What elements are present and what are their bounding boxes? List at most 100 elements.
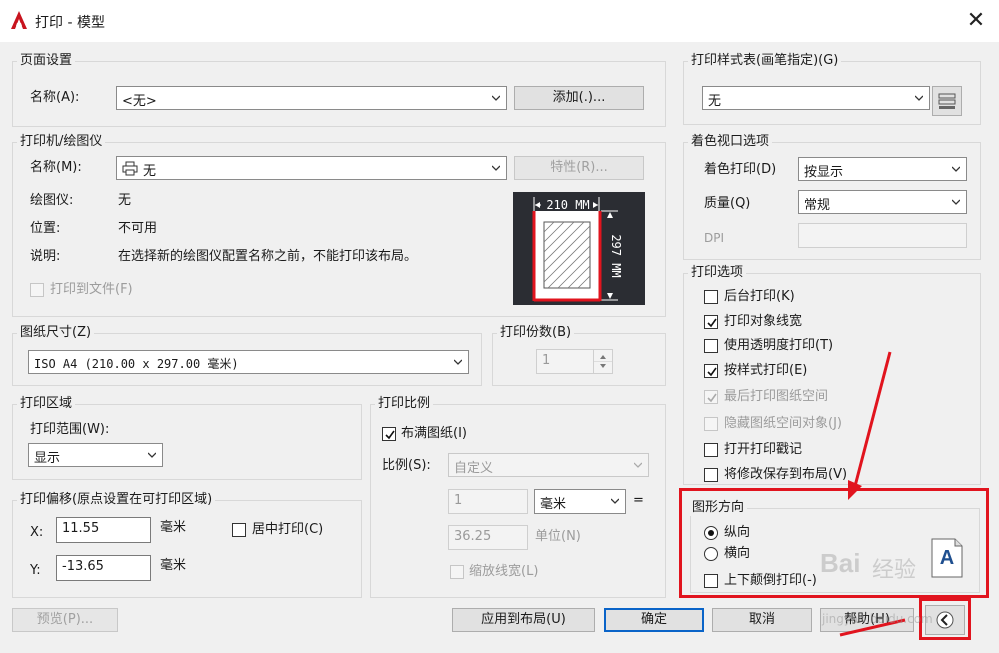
plot-style-table-value: 无 bbox=[708, 94, 722, 109]
x-offset-unit: 毫米 bbox=[160, 520, 187, 535]
plot-style-edit-icon bbox=[938, 93, 956, 109]
scale-unit-value: 毫米 bbox=[540, 497, 567, 512]
chevron-down-icon bbox=[634, 462, 642, 468]
plot-option-checkbox[interactable] bbox=[704, 339, 718, 353]
printer-name-label: 名称(M): bbox=[30, 160, 82, 175]
watermark-url: jingyan.baidu.com bbox=[822, 612, 933, 626]
scale-value: 自定义 bbox=[454, 461, 494, 476]
print-to-file-label: 打印到文件(F) bbox=[50, 282, 133, 297]
plot-style-table-title: 打印样式表(画笔指定)(G) bbox=[688, 53, 842, 69]
plotter-label: 绘图仪: bbox=[30, 193, 74, 208]
scale-lineweights-checkbox[interactable] bbox=[450, 565, 464, 579]
plot-option-label: 最后打印图纸空间 bbox=[724, 389, 829, 404]
paper-size-select[interactable]: ISO A4 (210.00 x 297.00 毫米) bbox=[28, 350, 469, 374]
chevron-down-icon bbox=[148, 452, 156, 458]
apply-to-layout-button[interactable]: 应用到布局(U) bbox=[452, 608, 595, 632]
dpi-label: DPI bbox=[704, 231, 725, 245]
page-setup-name-select[interactable]: <无> bbox=[116, 86, 507, 110]
checkmark-icon bbox=[385, 430, 395, 440]
spin-arrows-icon bbox=[594, 355, 612, 368]
printer-properties-button[interactable]: 特性(R)... bbox=[514, 156, 644, 180]
plot-options-title: 打印选项 bbox=[688, 265, 747, 281]
watermark-brand: Bai bbox=[820, 548, 861, 578]
checkmark-icon bbox=[707, 318, 717, 328]
printer-name-select[interactable]: 无 bbox=[116, 156, 507, 180]
window-title: 打印 - 模型 bbox=[35, 15, 105, 31]
location-label: 位置: bbox=[30, 221, 61, 236]
scale-value2-input[interactable]: 36.25 bbox=[448, 525, 528, 550]
x-offset-input[interactable]: 11.55 bbox=[56, 517, 151, 543]
copies-spinner[interactable]: 1 bbox=[536, 349, 613, 374]
plot-offset-title: 打印偏移(原点设置在可打印区域) bbox=[17, 492, 216, 508]
plot-option-checkbox[interactable] bbox=[704, 390, 718, 404]
preview-height-label: 297 MM bbox=[609, 234, 623, 278]
x-offset-label: X: bbox=[30, 525, 44, 540]
scale-lineweights-label: 缩放线宽(L) bbox=[469, 564, 539, 579]
plot-what-select[interactable]: 显示 bbox=[28, 443, 163, 467]
paper-size-title: 图纸尺寸(Z) bbox=[17, 325, 95, 341]
y-offset-input[interactable]: -13.65 bbox=[56, 555, 151, 581]
y-offset-unit: 毫米 bbox=[160, 558, 187, 573]
chevron-down-icon bbox=[952, 199, 960, 205]
checkmark-icon bbox=[707, 393, 717, 403]
copies-title: 打印份数(B) bbox=[497, 325, 575, 341]
copies-spin-buttons[interactable] bbox=[593, 350, 612, 373]
fit-to-paper-checkbox[interactable] bbox=[382, 427, 396, 441]
printer-title: 打印机/绘图仪 bbox=[17, 134, 106, 150]
shade-plot-label: 着色打印(D) bbox=[704, 162, 777, 177]
plot-style-table-select[interactable]: 无 bbox=[702, 86, 930, 110]
autocad-logo-icon bbox=[11, 11, 27, 29]
plot-option-label: 打开打印戳记 bbox=[724, 442, 803, 457]
close-icon[interactable]: ✕ bbox=[962, 6, 990, 36]
chevron-down-icon bbox=[611, 498, 619, 504]
edit-plot-style-button[interactable] bbox=[932, 86, 962, 116]
plot-option-checkbox[interactable] bbox=[704, 315, 718, 329]
plot-area-group bbox=[12, 404, 362, 480]
page-setup-name-label: 名称(A): bbox=[30, 90, 80, 105]
watermark-brand-cn: 经验 bbox=[872, 558, 917, 583]
scale-value1-input[interactable]: 1 bbox=[448, 489, 528, 514]
preview-button[interactable]: 预览(P)... bbox=[12, 608, 118, 632]
scale-unit-select[interactable]: 毫米 bbox=[534, 489, 626, 514]
center-plot-label: 居中打印(C) bbox=[252, 522, 324, 537]
print-to-file-checkbox[interactable] bbox=[30, 283, 44, 297]
shade-plot-value: 按显示 bbox=[804, 165, 844, 180]
title-bar bbox=[0, 0, 999, 42]
shade-plot-select[interactable]: 按显示 bbox=[798, 157, 967, 181]
plot-what-label: 打印范围(W): bbox=[30, 422, 110, 437]
quality-select[interactable]: 常规 bbox=[798, 190, 967, 214]
copies-value: 1 bbox=[542, 353, 551, 368]
dpi-input[interactable] bbox=[798, 223, 967, 248]
printer-icon bbox=[122, 161, 138, 176]
shaded-viewport-title: 着色视口选项 bbox=[688, 134, 773, 150]
description-value: 在选择新的绘图仪配置名称之前，不能打印该布局。 bbox=[118, 249, 418, 264]
paper-preview: 210 MM 297 MM bbox=[513, 192, 645, 305]
plot-option-label: 使用透明度打印(T) bbox=[724, 338, 834, 353]
plot-option-checkbox[interactable] bbox=[704, 468, 718, 482]
chevron-down-icon bbox=[492, 165, 500, 171]
plot-what-value: 显示 bbox=[34, 451, 61, 466]
y-offset-label: Y: bbox=[30, 563, 41, 578]
page-setup-name-value: <无> bbox=[122, 94, 157, 109]
plotter-value: 无 bbox=[118, 193, 132, 208]
fit-to-paper-label: 布满图纸(I) bbox=[401, 426, 467, 441]
scale-select[interactable]: 自定义 bbox=[448, 453, 649, 477]
annotation-arrows bbox=[839, 351, 906, 637]
quality-label: 质量(Q) bbox=[704, 196, 751, 211]
quality-value: 常规 bbox=[804, 198, 831, 213]
paper-size-value: ISO A4 (210.00 x 297.00 毫米) bbox=[34, 357, 239, 371]
description-label: 说明: bbox=[30, 249, 61, 264]
plot-option-checkbox[interactable] bbox=[704, 290, 718, 304]
plot-option-checkbox[interactable] bbox=[704, 443, 718, 457]
chevron-down-icon bbox=[492, 95, 500, 101]
plot-option-checkbox[interactable] bbox=[704, 417, 718, 431]
chevron-down-icon bbox=[454, 359, 462, 365]
plot-option-label: 打印对象线宽 bbox=[724, 314, 803, 329]
ok-button[interactable]: 确定 bbox=[604, 608, 704, 632]
plot-option-checkbox[interactable] bbox=[704, 364, 718, 378]
printer-name-value: 无 bbox=[143, 164, 157, 179]
plot-area-title: 打印区域 bbox=[17, 396, 76, 412]
cancel-button[interactable]: 取消 bbox=[712, 608, 812, 632]
center-plot-checkbox[interactable] bbox=[232, 523, 246, 537]
add-page-setup-button[interactable]: 添加(.)... bbox=[514, 86, 644, 110]
